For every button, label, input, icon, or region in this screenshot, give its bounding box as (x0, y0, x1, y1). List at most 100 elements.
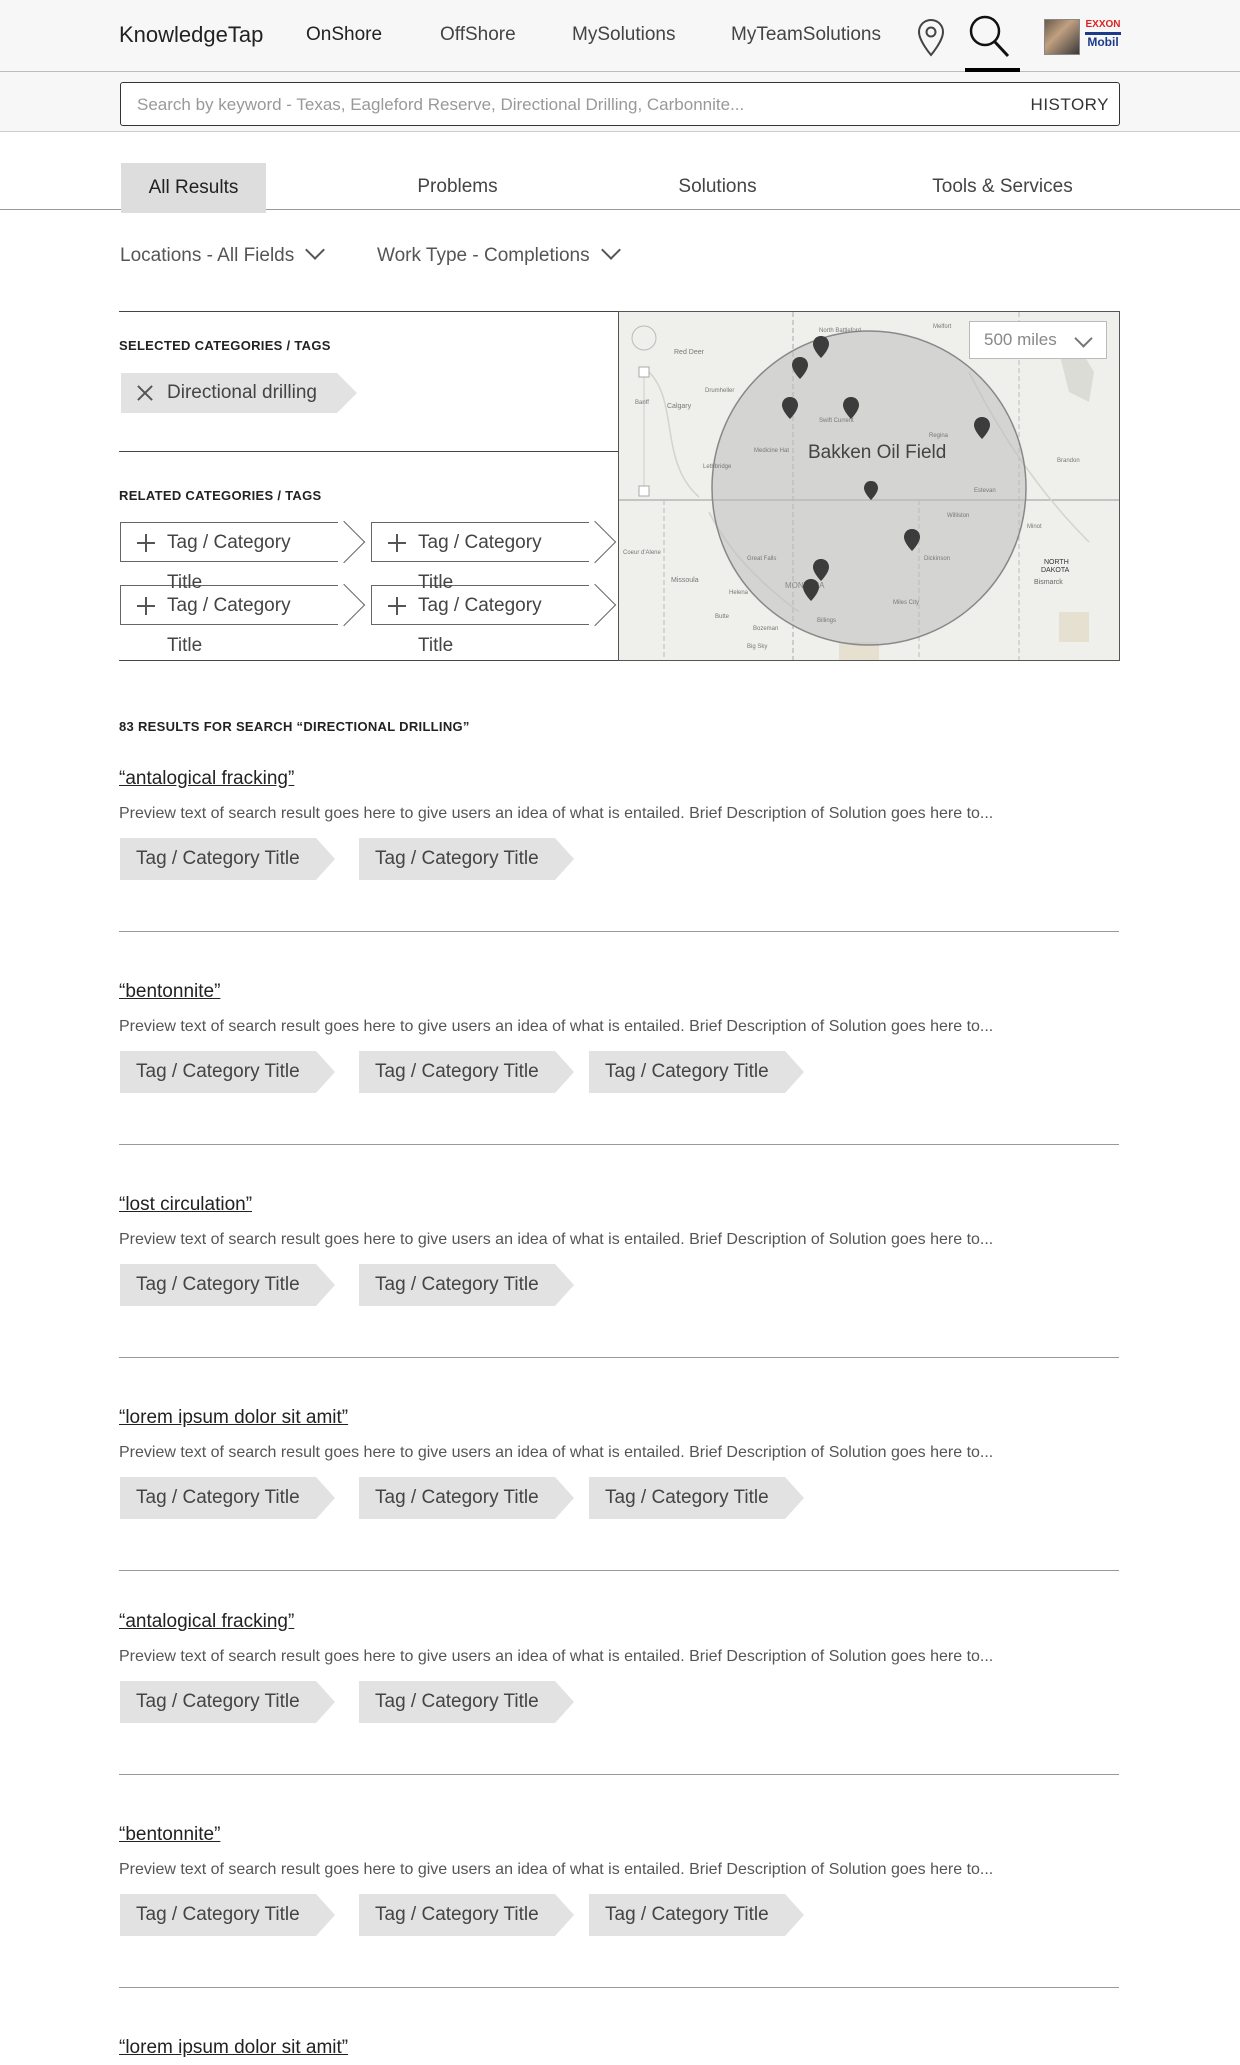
related-tag-chip[interactable]: Tag / Category Title (120, 585, 338, 656)
result-description: Preview text of search result goes here … (119, 1648, 994, 1665)
result-divider (119, 1774, 1119, 1775)
map-graphic: Red Deer Calgary Drumheller Banff Lethbr… (619, 312, 1119, 660)
result-tag[interactable]: Tag / Category Title (359, 838, 574, 880)
related-tag-chip[interactable]: Tag / Category Title (371, 585, 589, 656)
related-tag-chip[interactable]: Tag / Category Title (120, 522, 338, 593)
result-tag[interactable]: Tag / Category Title (359, 1894, 574, 1936)
map-place-label: Dickinson (924, 556, 950, 562)
result-tag[interactable]: Tag / Category Title (120, 1681, 335, 1723)
work-type-filter-label: Work Type - Completions (377, 245, 590, 266)
map-place-label: Butte (715, 614, 730, 620)
nav-onshore[interactable]: OnShore (306, 24, 382, 46)
map-place-label: Banff (635, 400, 649, 406)
panel-divider-middle (119, 451, 619, 452)
result-divider (119, 1570, 1119, 1571)
map-place-label: NORTH (1044, 559, 1069, 566)
result-tag[interactable]: Tag / Category Title (359, 1051, 574, 1093)
tab-all-results[interactable]: All Results (121, 163, 266, 213)
close-icon[interactable] (137, 385, 153, 401)
map-place-label: Medicine Hat (754, 448, 789, 454)
result-tag[interactable]: Tag / Category Title (589, 1051, 804, 1093)
map-place-label: North Battleford (819, 328, 861, 334)
related-categories-title: RELATED CATEGORIES / TAGS (119, 488, 322, 503)
result-tag[interactable]: Tag / Category Title (120, 1477, 335, 1519)
map-view[interactable]: Red Deer Calgary Drumheller Banff Lethbr… (618, 311, 1120, 661)
result-description: Preview text of search result goes here … (119, 1861, 994, 1878)
panel-divider-bottom (119, 660, 619, 661)
result-description: Preview text of search result goes here … (119, 1018, 994, 1035)
result-title-link[interactable]: “lorem ipsum dolor sit amit” (119, 2037, 348, 2059)
history-button[interactable]: HISTORY (1031, 95, 1109, 115)
work-type-filter-dropdown[interactable]: Work Type - Completions (377, 240, 621, 267)
chevron-down-icon (600, 240, 621, 260)
map-place-label: Minot (1027, 524, 1042, 530)
map-place-label: Brandon (1057, 458, 1080, 464)
company-logo: EXXON Mobil (1085, 19, 1121, 49)
map-place-label: Drumheller (705, 388, 734, 394)
result-tag[interactable]: Tag / Category Title (120, 1051, 335, 1093)
map-place-label: Williston (947, 513, 969, 519)
map-place-label: Missoula (671, 577, 699, 584)
result-tabs: All Results Problems Solutions Tools & S… (0, 132, 1240, 213)
search-icon[interactable] (968, 14, 1010, 58)
plus-icon (137, 534, 155, 552)
search-result-item: “lorem ipsum dolor sit amit” (119, 2037, 1119, 2065)
result-title-link[interactable]: “lost circulation” (119, 1194, 252, 1216)
chevron-down-icon (1074, 329, 1093, 348)
selected-tag-chip[interactable]: Directional drilling (121, 373, 357, 413)
search-result-item: “antalogical fracking” Preview text of s… (119, 768, 1119, 938)
user-avatar[interactable] (1044, 19, 1080, 55)
result-title-link[interactable]: “bentonnite” (119, 981, 220, 1003)
selected-tag-label: Directional drilling (167, 382, 317, 403)
map-place-label: Red Deer (674, 349, 705, 356)
result-tag[interactable]: Tag / Category Title (589, 1894, 804, 1936)
result-title-link[interactable]: “bentonnite” (119, 1824, 220, 1846)
result-tag[interactable]: Tag / Category Title (589, 1477, 804, 1519)
search-result-item: “bentonnite” Preview text of search resu… (119, 1824, 1119, 1994)
locations-filter-label: Locations - All Fields (120, 245, 295, 266)
map-field-label: Bakken Oil Field (808, 442, 947, 463)
search-result-item: “lorem ipsum dolor sit amit” Preview tex… (119, 1407, 1119, 1577)
locations-filter-dropdown[interactable]: Locations - All Fields (120, 240, 326, 267)
map-place-label: Regina (929, 433, 949, 439)
search-input[interactable] (135, 83, 979, 127)
map-place-label: Lethbridge (703, 464, 732, 470)
result-description: Preview text of search result goes here … (119, 1444, 994, 1461)
top-nav-bar: KnowledgeTap OnShore OffShore MySolution… (0, 0, 1240, 77)
map-place-label: Billings (817, 618, 836, 624)
related-tag-chip[interactable]: Tag / Category Title (371, 522, 589, 593)
tab-problems[interactable]: Problems (380, 162, 535, 212)
categories-panel: SELECTED CATEGORIES / TAGS Directional d… (119, 311, 619, 661)
map-place-label: Estevan (974, 488, 996, 494)
result-tag[interactable]: Tag / Category Title (120, 838, 335, 880)
map-place-label: DAKOTA (1041, 567, 1070, 574)
search-box: HISTORY (120, 82, 1120, 127)
result-description: Preview text of search result goes here … (119, 1231, 994, 1248)
results-count: 83 RESULTS FOR SEARCH “DIRECTIONAL DRILL… (119, 719, 470, 734)
result-tag[interactable]: Tag / Category Title (120, 1264, 335, 1306)
tab-tools-services[interactable]: Tools & Services (915, 162, 1090, 212)
selected-categories-title: SELECTED CATEGORIES / TAGS (119, 338, 331, 353)
result-tag[interactable]: Tag / Category Title (359, 1477, 574, 1519)
map-place-label: Miles City (893, 600, 919, 606)
location-pin-icon[interactable] (917, 18, 945, 58)
tab-solutions[interactable]: Solutions (640, 162, 795, 212)
nav-offshore[interactable]: OffShore (440, 24, 516, 46)
brand-logo[interactable]: KnowledgeTap (119, 22, 263, 48)
result-title-link[interactable]: “antalogical fracking” (119, 768, 294, 790)
result-divider (119, 1987, 1119, 1988)
distance-value: 500 miles (984, 330, 1057, 349)
plus-icon (137, 597, 155, 615)
result-description: Preview text of search result goes here … (119, 805, 994, 822)
distance-dropdown[interactable]: 500 miles (969, 321, 1107, 359)
search-result-item: “bentonnite” Preview text of search resu… (119, 981, 1119, 1151)
result-title-link[interactable]: “antalogical fracking” (119, 1611, 294, 1633)
nav-mysolutions[interactable]: MySolutions (572, 24, 676, 46)
result-title-link[interactable]: “lorem ipsum dolor sit amit” (119, 1407, 348, 1429)
map-place-label: Big Sky (747, 644, 767, 650)
nav-myteamsolutions[interactable]: MyTeamSolutions (731, 24, 881, 46)
result-tag[interactable]: Tag / Category Title (359, 1681, 574, 1723)
result-divider (119, 931, 1119, 932)
result-tag[interactable]: Tag / Category Title (359, 1264, 574, 1306)
result-tag[interactable]: Tag / Category Title (120, 1894, 335, 1936)
